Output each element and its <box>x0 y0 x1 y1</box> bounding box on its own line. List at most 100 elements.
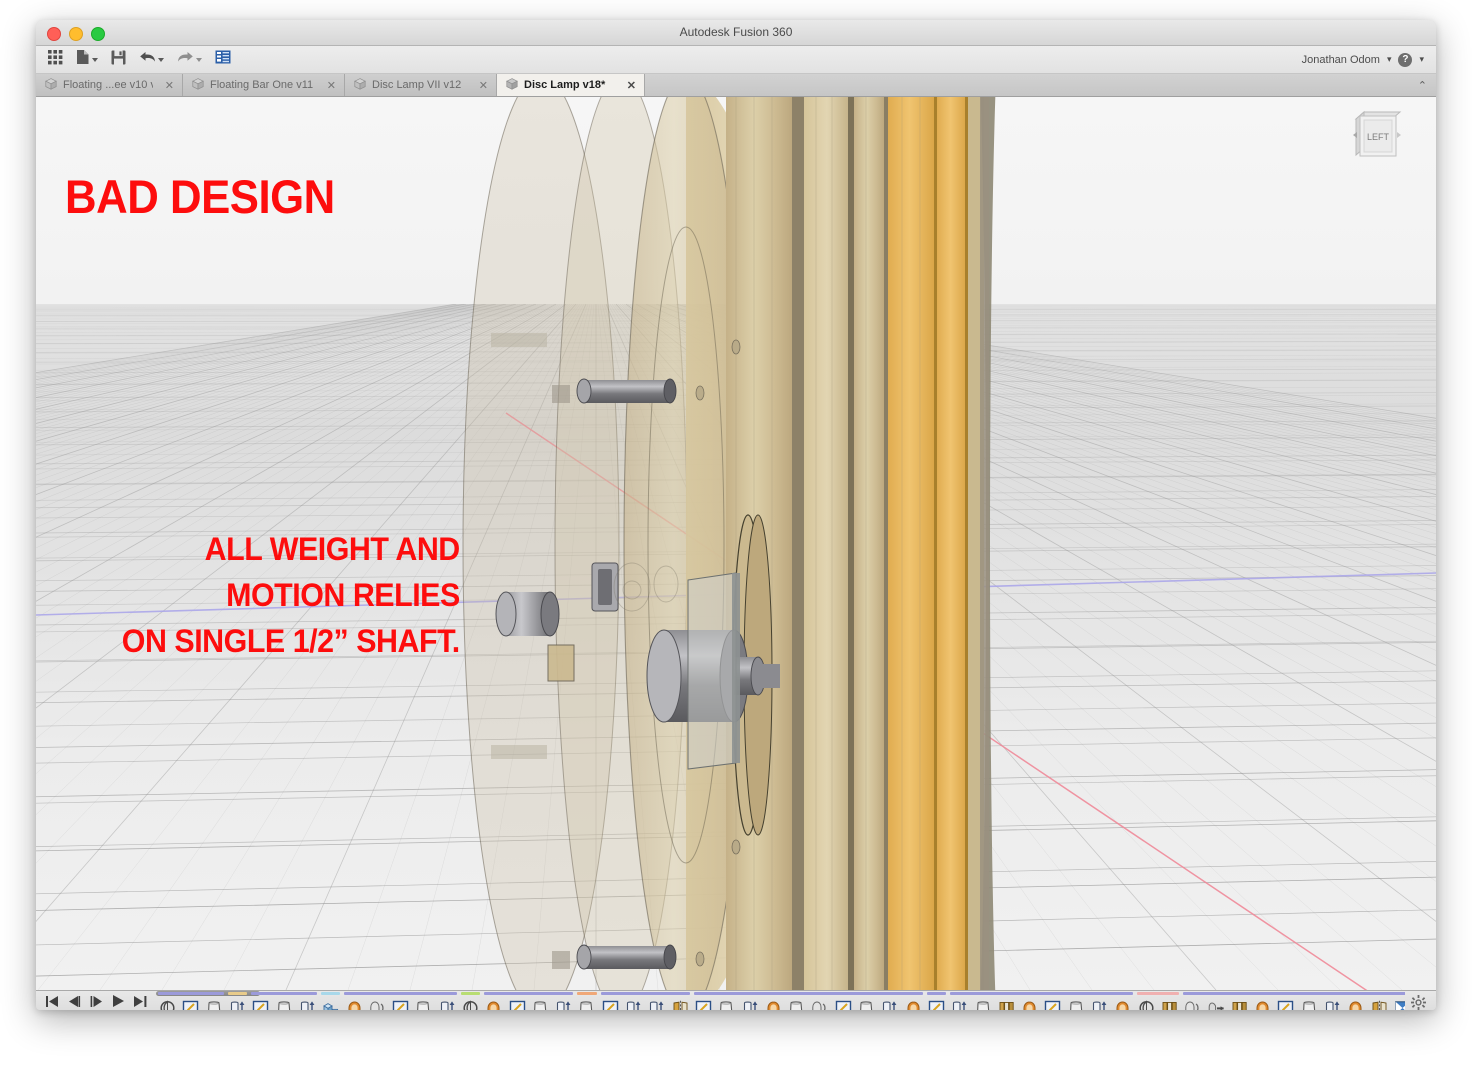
close-tab-icon[interactable]: ✕ <box>627 79 636 92</box>
app-grid-button[interactable] <box>48 49 63 70</box>
timeline-feature-extrude[interactable] <box>785 995 808 1010</box>
timeline-feature-joint[interactable] <box>762 995 785 1010</box>
timeline-feature-offset[interactable] <box>552 995 575 1010</box>
joint-icon <box>1254 1000 1271 1010</box>
help-icon[interactable]: ? <box>1398 52 1413 67</box>
timeline-feature-extrude[interactable] <box>529 995 552 1010</box>
timeline-feature-pattern[interactable] <box>1158 995 1181 1010</box>
timeline-feature-pattern[interactable] <box>995 995 1018 1010</box>
timeline-feature-offset[interactable] <box>622 995 645 1010</box>
timeline-feature-joint[interactable] <box>342 995 365 1010</box>
play-button[interactable] <box>112 994 125 1011</box>
undo-button[interactable] <box>139 50 164 69</box>
sketch-icon <box>509 1000 526 1010</box>
collapse-toolbar-chevron-icon[interactable]: ⌃ <box>1418 79 1427 92</box>
timeline-feature-extrude[interactable] <box>971 995 994 1010</box>
timeline-feature-pattern[interactable] <box>1228 995 1251 1010</box>
close-tab-icon[interactable]: ✕ <box>327 79 336 92</box>
timeline-feature-extrude[interactable] <box>203 995 226 1010</box>
timeline-group-bar[interactable] <box>1183 992 1405 995</box>
timeline-feature-sketch[interactable] <box>925 995 948 1010</box>
timeline-feature-extrude[interactable] <box>412 995 435 1010</box>
timeline-feature-component[interactable] <box>319 995 342 1010</box>
timeline-group-bar[interactable] <box>460 992 481 995</box>
timeline-group-bar[interactable] <box>600 992 690 995</box>
timeline-feature-revolve[interactable] <box>156 995 179 1010</box>
timeline-feature-rigid[interactable] <box>1204 995 1227 1010</box>
timeline-group-bar[interactable] <box>693 992 923 995</box>
timeline-feature-offset[interactable] <box>226 995 249 1010</box>
timeline-feature-offset[interactable] <box>1321 995 1344 1010</box>
timeline-track[interactable] <box>156 991 1405 1010</box>
timeline-group-bar[interactable] <box>344 992 457 995</box>
timeline-feature-offset[interactable] <box>645 995 668 1010</box>
close-tab-icon[interactable]: ✕ <box>165 79 174 92</box>
timeline-feature-sketch[interactable] <box>1041 995 1064 1010</box>
timeline-feature-extrude[interactable] <box>855 995 878 1010</box>
timeline-feature-revolve[interactable] <box>1134 995 1157 1010</box>
timeline-feature-offset[interactable] <box>1088 995 1111 1010</box>
data-panel-button[interactable] <box>215 50 231 69</box>
step-forward-button[interactable] <box>90 994 103 1011</box>
timeline-group-bar[interactable] <box>158 992 224 995</box>
help-menu-chevron-icon[interactable]: ▾ <box>1419 54 1424 65</box>
timeline-group-bar[interactable] <box>321 992 341 995</box>
user-menu-label[interactable]: Jonathan Odom <box>1302 54 1380 66</box>
timeline-feature-joint[interactable] <box>1018 995 1041 1010</box>
timeline-feature-joint[interactable] <box>902 995 925 1010</box>
view-cube[interactable]: LEFT <box>1348 105 1404 165</box>
joint-motion-icon <box>1184 1000 1201 1010</box>
timeline-feature-joint[interactable] <box>482 995 505 1010</box>
skip-to-start-button[interactable] <box>46 994 59 1011</box>
timeline-feature-joint[interactable] <box>1344 995 1367 1010</box>
timeline-group-bar[interactable] <box>577 992 597 995</box>
close-tab-icon[interactable]: ✕ <box>479 79 488 92</box>
timeline-feature-sketch[interactable] <box>832 995 855 1010</box>
timeline-feature-joint[interactable] <box>1251 995 1274 1010</box>
timeline-feature-revolve[interactable] <box>459 995 482 1010</box>
timeline-feature-extrude[interactable] <box>272 995 295 1010</box>
redo-button[interactable] <box>177 50 202 69</box>
timeline-feature-sketch[interactable] <box>505 995 528 1010</box>
timeline-group-bar[interactable] <box>926 992 947 995</box>
timeline-feature-joint-motion[interactable] <box>366 995 389 1010</box>
timeline-feature-press-pull[interactable] <box>436 995 459 1010</box>
timeline-feature-mirror[interactable] <box>1367 995 1390 1010</box>
timeline-feature-joint-motion[interactable] <box>808 995 831 1010</box>
document-tab[interactable]: Floating Bar One v11 ✕ <box>183 74 345 96</box>
timeline-group-bar[interactable] <box>227 992 248 995</box>
document-tab[interactable]: Floating ...ee v10 v5 ✕ <box>36 74 183 96</box>
timeline-feature-joint-motion[interactable] <box>1181 995 1204 1010</box>
timeline-feature-sketch[interactable] <box>179 995 202 1010</box>
save-button[interactable] <box>111 50 126 70</box>
timeline-feature-extrude[interactable] <box>715 995 738 1010</box>
timeline-feature-offset[interactable] <box>296 995 319 1010</box>
timeline-group-bar[interactable] <box>484 992 574 995</box>
timeline-feature-offset[interactable] <box>738 995 761 1010</box>
pattern-icon <box>1231 1000 1248 1010</box>
timeline-feature-extrude[interactable] <box>1065 995 1088 1010</box>
timeline-group-bar[interactable] <box>251 992 318 995</box>
3d-viewport[interactable]: BAD DESIGN ALL WEIGHT AND MOTION RELIES ON… <box>36 97 1436 990</box>
timeline-feature-sketch[interactable] <box>389 995 412 1010</box>
timeline-feature-sketch[interactable] <box>1274 995 1297 1010</box>
timeline-feature-offset[interactable] <box>948 995 971 1010</box>
timeline-settings-button[interactable] <box>1405 995 1436 1010</box>
timeline-feature-sketch[interactable] <box>249 995 272 1010</box>
timeline-feature-extrude[interactable] <box>1298 995 1321 1010</box>
timeline-feature-mirror[interactable] <box>669 995 692 1010</box>
document-tab[interactable]: Disc Lamp VII v12 ✕ <box>345 74 497 96</box>
user-menu-chevron-icon[interactable]: ▾ <box>1387 54 1392 65</box>
skip-to-end-button[interactable] <box>134 994 147 1011</box>
step-back-button[interactable] <box>68 994 81 1011</box>
timeline-feature-offset[interactable] <box>878 995 901 1010</box>
timeline-feature-joint[interactable] <box>1111 995 1134 1010</box>
timeline-group-bar[interactable] <box>950 992 1133 995</box>
new-file-button[interactable] <box>76 49 98 70</box>
document-tab-active[interactable]: Disc Lamp v18* ✕ <box>497 74 645 96</box>
timeline-feature-material[interactable] <box>1391 995 1405 1010</box>
timeline-feature-sketch[interactable] <box>599 995 622 1010</box>
timeline-feature-sketch[interactable] <box>692 995 715 1010</box>
timeline-feature-extrude[interactable] <box>575 995 598 1010</box>
timeline-group-bar[interactable] <box>1136 992 1180 995</box>
